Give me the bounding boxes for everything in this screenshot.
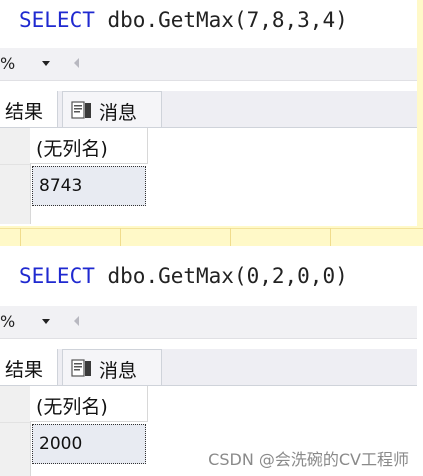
result-cell[interactable]: 2000: [32, 424, 146, 464]
tab-messages-label: 消息: [99, 360, 138, 382]
zoom-toolbar: %: [0, 306, 417, 339]
horizontal-scrollbar[interactable]: [88, 316, 408, 326]
column-header[interactable]: (无列名): [30, 386, 148, 422]
sql-line: SELECT dbo.GetMax(7,8,3,4): [19, 8, 348, 32]
column-header-label: (无列名): [36, 396, 108, 418]
watermark: CSDN @会洗碗的CV工程师: [208, 450, 409, 469]
zoom-toolbar: %: [0, 48, 417, 81]
tab-results[interactable]: 结果: [0, 349, 58, 385]
horizontal-scrollbar[interactable]: [88, 58, 408, 68]
sql-editor[interactable]: SELECT dbo.GetMax(7,8,3,4): [0, 0, 417, 46]
sql-expression: dbo.GetMax(0,2,0,0): [107, 264, 348, 288]
query-panel-1: SELECT dbo.GetMax(7,8,3,4) % 结果 消息 (无列名)…: [0, 0, 417, 226]
sql-editor[interactable]: SELECT dbo.GetMax(0,2,0,0): [0, 256, 417, 302]
messages-icon: [71, 359, 91, 377]
results-grid: (无列名) 8743: [0, 128, 417, 224]
tab-results-label: 结果: [5, 359, 44, 381]
sql-keyword: SELECT: [19, 264, 95, 288]
result-value: 2000: [39, 434, 83, 454]
zoom-level: %: [0, 54, 16, 73]
tab-messages-label: 消息: [99, 102, 138, 124]
scroll-left-icon[interactable]: [70, 53, 84, 73]
tab-messages[interactable]: 消息: [62, 91, 162, 127]
results-tab-bar: 结果 消息: [0, 349, 417, 386]
tab-results[interactable]: 结果: [0, 91, 58, 127]
zoom-level: %: [0, 312, 16, 331]
row-header-column: [0, 386, 31, 476]
sql-expression: dbo.GetMax(7,8,3,4): [107, 8, 348, 32]
dropdown-arrow-icon[interactable]: [36, 312, 56, 330]
results-tab-bar: 结果 消息: [0, 91, 417, 128]
column-header[interactable]: (无列名): [30, 128, 148, 164]
dropdown-arrow-icon[interactable]: [36, 54, 56, 72]
tab-results-label: 结果: [5, 101, 44, 123]
column-header-label: (无列名): [36, 138, 108, 160]
row-header-column: [0, 128, 31, 224]
result-value: 8743: [39, 176, 83, 196]
tab-messages[interactable]: 消息: [62, 349, 162, 385]
result-cell[interactable]: 8743: [32, 166, 146, 206]
sql-keyword: SELECT: [19, 8, 95, 32]
sql-line: SELECT dbo.GetMax(0,2,0,0): [19, 264, 348, 288]
messages-icon: [71, 101, 91, 119]
scroll-left-icon[interactable]: [70, 311, 84, 331]
query-panel-2: SELECT dbo.GetMax(0,2,0,0) % 结果 消息 (无列名)…: [0, 256, 417, 476]
